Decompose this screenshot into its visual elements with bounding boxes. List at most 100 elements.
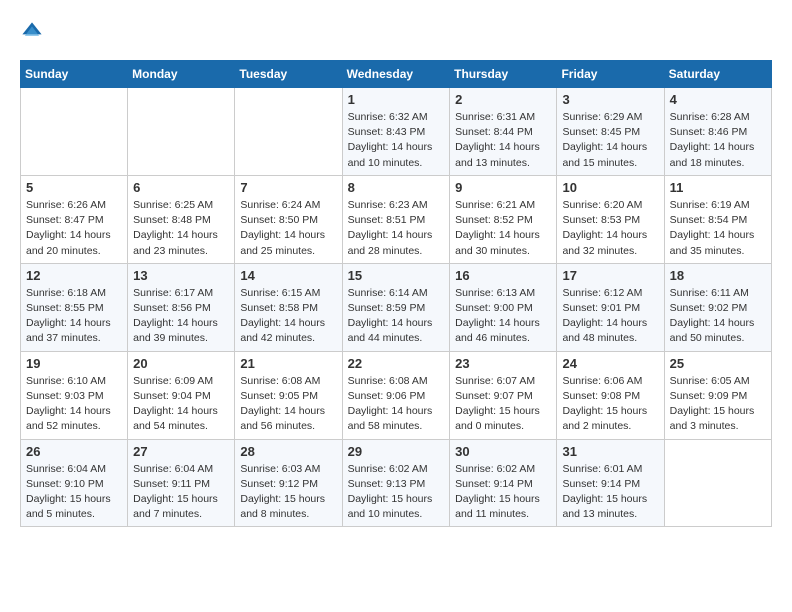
day-number: 21 [240,356,336,371]
day-number: 18 [670,268,766,283]
logo [20,20,48,44]
day-number: 1 [348,92,445,107]
day-info: Sunrise: 6:19 AMSunset: 8:54 PMDaylight:… [670,198,766,259]
weekday-header-friday: Friday [557,61,664,88]
day-number: 5 [26,180,122,195]
day-info: Sunrise: 6:32 AMSunset: 8:43 PMDaylight:… [348,110,445,171]
calendar-cell: 6 Sunrise: 6:25 AMSunset: 8:48 PMDaylight… [128,175,235,263]
day-info: Sunrise: 6:04 AMSunset: 9:11 PMDaylight:… [133,462,229,523]
calendar-cell: 23 Sunrise: 6:07 AMSunset: 9:07 PMDayligh… [450,351,557,439]
day-number: 23 [455,356,551,371]
day-info: Sunrise: 6:31 AMSunset: 8:44 PMDaylight:… [455,110,551,171]
calendar-table: SundayMondayTuesdayWednesdayThursdayFrid… [20,60,772,527]
day-info: Sunrise: 6:15 AMSunset: 8:58 PMDaylight:… [240,286,336,347]
day-number: 26 [26,444,122,459]
day-info: Sunrise: 6:04 AMSunset: 9:10 PMDaylight:… [26,462,122,523]
weekday-header-wednesday: Wednesday [342,61,450,88]
calendar-cell: 10 Sunrise: 6:20 AMSunset: 8:53 PMDayligh… [557,175,664,263]
calendar-cell: 3 Sunrise: 6:29 AMSunset: 8:45 PMDaylight… [557,88,664,176]
day-number: 14 [240,268,336,283]
calendar-cell: 14 Sunrise: 6:15 AMSunset: 8:58 PMDayligh… [235,263,342,351]
calendar-cell: 12Sunrise: 6:18 AMSunset: 8:55 PMDayligh… [21,263,128,351]
day-number: 11 [670,180,766,195]
day-info: Sunrise: 6:03 AMSunset: 9:12 PMDaylight:… [240,462,336,523]
day-number: 6 [133,180,229,195]
day-number: 20 [133,356,229,371]
day-info: Sunrise: 6:17 AMSunset: 8:56 PMDaylight:… [133,286,229,347]
weekday-header-thursday: Thursday [450,61,557,88]
calendar-cell: 1 Sunrise: 6:32 AMSunset: 8:43 PMDaylight… [342,88,450,176]
calendar-cell: 21 Sunrise: 6:08 AMSunset: 9:05 PMDayligh… [235,351,342,439]
calendar-cell: 2 Sunrise: 6:31 AMSunset: 8:44 PMDaylight… [450,88,557,176]
day-info: Sunrise: 6:02 AMSunset: 9:14 PMDaylight:… [455,462,551,523]
calendar-cell: 22 Sunrise: 6:08 AMSunset: 9:06 PMDayligh… [342,351,450,439]
logo-icon [20,20,44,44]
day-number: 13 [133,268,229,283]
calendar-week-2: 5 Sunrise: 6:26 AMSunset: 8:47 PMDaylight… [21,175,772,263]
day-info: Sunrise: 6:28 AMSunset: 8:46 PMDaylight:… [670,110,766,171]
weekday-header-tuesday: Tuesday [235,61,342,88]
calendar-cell: 5 Sunrise: 6:26 AMSunset: 8:47 PMDaylight… [21,175,128,263]
day-info: Sunrise: 6:01 AMSunset: 9:14 PMDaylight:… [562,462,658,523]
day-number: 22 [348,356,445,371]
day-number: 27 [133,444,229,459]
calendar-cell [21,88,128,176]
day-number: 15 [348,268,445,283]
day-info: Sunrise: 6:13 AMSunset: 9:00 PMDaylight:… [455,286,551,347]
calendar-cell: 24 Sunrise: 6:06 AMSunset: 9:08 PMDayligh… [557,351,664,439]
calendar-cell: 31 Sunrise: 6:01 AMSunset: 9:14 PMDayligh… [557,439,664,527]
day-number: 4 [670,92,766,107]
day-info: Sunrise: 6:09 AMSunset: 9:04 PMDaylight:… [133,374,229,435]
day-number: 30 [455,444,551,459]
calendar-cell [235,88,342,176]
day-info: Sunrise: 6:11 AMSunset: 9:02 PMDaylight:… [670,286,766,347]
day-number: 29 [348,444,445,459]
day-info: Sunrise: 6:23 AMSunset: 8:51 PMDaylight:… [348,198,445,259]
day-info: Sunrise: 6:29 AMSunset: 8:45 PMDaylight:… [562,110,658,171]
day-number: 24 [562,356,658,371]
calendar-week-3: 12Sunrise: 6:18 AMSunset: 8:55 PMDayligh… [21,263,772,351]
calendar-cell: 29 Sunrise: 6:02 AMSunset: 9:13 PMDayligh… [342,439,450,527]
calendar-cell [128,88,235,176]
day-info: Sunrise: 6:18 AMSunset: 8:55 PMDaylight:… [26,286,122,347]
day-info: Sunrise: 6:02 AMSunset: 9:13 PMDaylight:… [348,462,445,523]
weekday-header-monday: Monday [128,61,235,88]
calendar-header-row: SundayMondayTuesdayWednesdayThursdayFrid… [21,61,772,88]
day-info: Sunrise: 6:21 AMSunset: 8:52 PMDaylight:… [455,198,551,259]
calendar-cell: 19Sunrise: 6:10 AMSunset: 9:03 PMDayligh… [21,351,128,439]
day-info: Sunrise: 6:20 AMSunset: 8:53 PMDaylight:… [562,198,658,259]
day-info: Sunrise: 6:08 AMSunset: 9:06 PMDaylight:… [348,374,445,435]
day-info: Sunrise: 6:10 AMSunset: 9:03 PMDaylight:… [26,374,122,435]
day-number: 9 [455,180,551,195]
day-number: 3 [562,92,658,107]
day-info: Sunrise: 6:25 AMSunset: 8:48 PMDaylight:… [133,198,229,259]
calendar-cell: 13 Sunrise: 6:17 AMSunset: 8:56 PMDayligh… [128,263,235,351]
day-number: 28 [240,444,336,459]
calendar-cell: 18 Sunrise: 6:11 AMSunset: 9:02 PMDayligh… [664,263,771,351]
calendar-cell: 27 Sunrise: 6:04 AMSunset: 9:11 PMDayligh… [128,439,235,527]
day-number: 16 [455,268,551,283]
day-info: Sunrise: 6:14 AMSunset: 8:59 PMDaylight:… [348,286,445,347]
calendar-week-1: 1 Sunrise: 6:32 AMSunset: 8:43 PMDaylight… [21,88,772,176]
calendar-cell: 20 Sunrise: 6:09 AMSunset: 9:04 PMDayligh… [128,351,235,439]
calendar-week-5: 26 Sunrise: 6:04 AMSunset: 9:10 PMDayligh… [21,439,772,527]
day-info: Sunrise: 6:26 AMSunset: 8:47 PMDaylight:… [26,198,122,259]
calendar-cell [664,439,771,527]
day-number: 25 [670,356,766,371]
day-number: 17 [562,268,658,283]
calendar-cell: 17Sunrise: 6:12 AMSunset: 9:01 PMDayligh… [557,263,664,351]
calendar-cell: 30 Sunrise: 6:02 AMSunset: 9:14 PMDayligh… [450,439,557,527]
day-number: 31 [562,444,658,459]
page-header [20,20,772,44]
day-number: 2 [455,92,551,107]
calendar-cell: 4 Sunrise: 6:28 AMSunset: 8:46 PMDaylight… [664,88,771,176]
day-info: Sunrise: 6:06 AMSunset: 9:08 PMDaylight:… [562,374,658,435]
weekday-header-sunday: Sunday [21,61,128,88]
day-info: Sunrise: 6:08 AMSunset: 9:05 PMDaylight:… [240,374,336,435]
calendar-cell: 7Sunrise: 6:24 AMSunset: 8:50 PMDaylight… [235,175,342,263]
calendar-cell: 28 Sunrise: 6:03 AMSunset: 9:12 PMDayligh… [235,439,342,527]
day-info: Sunrise: 6:05 AMSunset: 9:09 PMDaylight:… [670,374,766,435]
day-info: Sunrise: 6:07 AMSunset: 9:07 PMDaylight:… [455,374,551,435]
day-number: 10 [562,180,658,195]
weekday-header-saturday: Saturday [664,61,771,88]
